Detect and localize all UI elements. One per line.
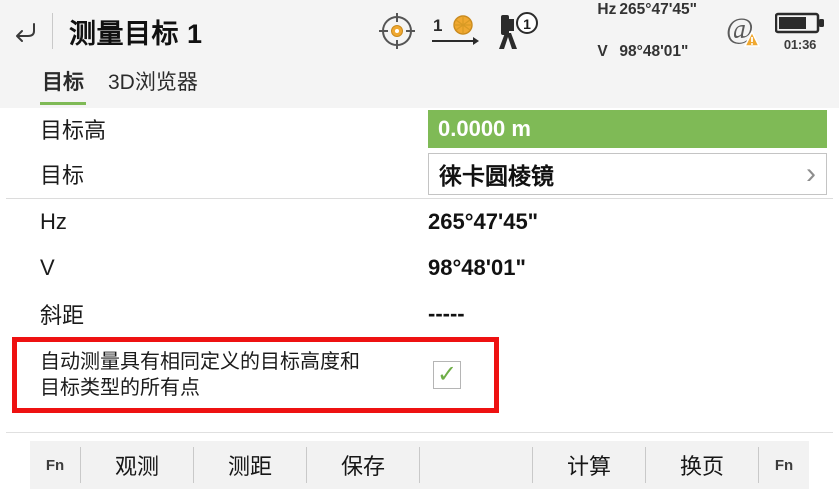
target-height-value: 0.0000 m bbox=[438, 116, 531, 141]
v-label: V bbox=[597, 42, 608, 60]
fn-right-button[interactable]: Fn bbox=[759, 441, 809, 489]
prism-target-status[interactable]: 1 bbox=[429, 11, 483, 51]
device-screen: 测量目标 1 1 1 Hz 265°47'45" V 98°48'01" @ 0… bbox=[0, 0, 839, 503]
separator-above-toolbar bbox=[6, 432, 833, 433]
target-crosshair-icon bbox=[379, 13, 416, 49]
fn-left-button[interactable]: Fn bbox=[30, 441, 80, 489]
target-form: 目标高 0.0000 m 目标 徕卡圆棱镜 › Hz 265°47'45" V … bbox=[0, 108, 839, 337]
target-type-value: 徕卡圆棱镜 bbox=[439, 163, 554, 189]
target-height-field[interactable]: 0.0000 m bbox=[428, 110, 827, 148]
row-label-target-height: 目标高 bbox=[40, 118, 107, 143]
hz-value: 265°47'45" bbox=[619, 0, 697, 18]
tab-3d-viewer[interactable]: 3D浏览器 bbox=[106, 62, 200, 105]
chevron-right-icon: › bbox=[806, 157, 816, 190]
row-value-slope-distance: ----- bbox=[428, 301, 465, 326]
target-lock-status[interactable] bbox=[377, 11, 417, 51]
page-title: 测量目标 1 bbox=[69, 18, 203, 49]
target-type-select[interactable]: 徕卡圆棱镜 › bbox=[428, 153, 827, 195]
page-button[interactable]: 换页 bbox=[646, 441, 758, 489]
hz-readout-row: Hz 265°47'45" bbox=[557, 0, 709, 31]
svg-text:1: 1 bbox=[433, 16, 442, 35]
battery-status[interactable]: 01:36 bbox=[775, 11, 825, 52]
row-label-v: V bbox=[40, 255, 55, 280]
row-value-v: 98°48'01" bbox=[428, 255, 526, 280]
row-value-hz: 265°47'45" bbox=[428, 209, 539, 234]
svg-text:1: 1 bbox=[524, 16, 532, 32]
v-value: 98°48'01" bbox=[619, 42, 689, 60]
battery-time-label: 01:36 bbox=[783, 36, 817, 52]
checkmark-icon: ✓ bbox=[436, 361, 458, 388]
hz-label: Hz bbox=[597, 0, 617, 18]
prism-arrow-icon: 1 bbox=[432, 15, 480, 45]
bottom-toolbar: Fn 观测 测距 保存 计算 换页 Fn bbox=[30, 441, 809, 489]
battery-icon bbox=[775, 12, 824, 33]
auto-measure-checkbox[interactable]: ✓ bbox=[433, 361, 461, 389]
back-arrow-icon bbox=[16, 23, 35, 42]
auto-measure-option[interactable]: 自动测量具有相同定义的目标高度和目标类型的所有点 ✓ bbox=[18, 340, 493, 410]
save-button[interactable]: 保存 bbox=[307, 441, 419, 489]
row-target-type[interactable]: 目标 徕卡圆棱镜 › bbox=[0, 150, 839, 198]
observe-button[interactable]: 观测 bbox=[81, 441, 193, 489]
total-station-icon: 1 bbox=[499, 12, 539, 49]
connection-status[interactable]: @ bbox=[723, 10, 765, 52]
row-hz: Hz 265°47'45" bbox=[0, 199, 839, 245]
row-label-slope-distance: 斜距 bbox=[40, 303, 85, 328]
row-label-hz: Hz bbox=[40, 209, 67, 234]
toolbar-empty-slot bbox=[420, 441, 532, 489]
title-bar: 测量目标 1 1 1 Hz 265°47'45" V 98°48'01" @ 0… bbox=[0, 0, 839, 62]
title-divider bbox=[52, 13, 53, 49]
back-button[interactable] bbox=[0, 0, 52, 62]
row-v: V 98°48'01" bbox=[0, 245, 839, 291]
status-bar: 1 1 Hz 265°47'45" V 98°48'01" @ 01:36 bbox=[371, 0, 839, 62]
tab-target[interactable]: 目标 bbox=[40, 62, 86, 105]
row-slope-distance: 斜距 ----- bbox=[0, 291, 839, 337]
instrument-face-status[interactable]: 1 bbox=[495, 11, 541, 51]
tab-bar: 目标 3D浏览器 bbox=[0, 62, 839, 108]
at-symbol-warning-icon: @ bbox=[726, 12, 761, 47]
auto-measure-label: 自动测量具有相同定义的目标高度和目标类型的所有点 bbox=[40, 350, 360, 399]
row-target-height[interactable]: 目标高 0.0000 m bbox=[0, 108, 839, 150]
calculate-button[interactable]: 计算 bbox=[533, 441, 645, 489]
distance-button[interactable]: 测距 bbox=[194, 441, 306, 489]
row-label-target-type: 目标 bbox=[40, 163, 85, 188]
